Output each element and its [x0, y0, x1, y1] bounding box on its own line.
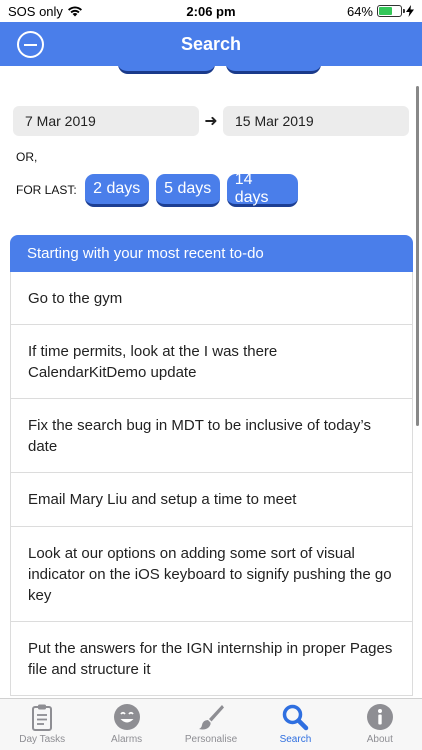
last-5-days-button[interactable]: 5 days — [155, 173, 220, 207]
wifi-icon — [67, 6, 82, 17]
last-2-days-button[interactable]: 2 days — [84, 173, 149, 207]
scroll-indicator[interactable] — [416, 86, 419, 426]
status-bar: SOS only 2:06 pm 64% — [0, 0, 422, 22]
battery-icon — [377, 5, 405, 17]
minus-icon — [24, 43, 37, 46]
info-icon — [366, 704, 393, 730]
list-item[interactable]: Look at our options on adding some sort … — [10, 527, 413, 622]
search-icon — [283, 704, 309, 731]
last-14-days-button[interactable]: 14 days — [226, 171, 298, 207]
arrow-right-icon: ➜ — [204, 113, 218, 130]
page-title: Search — [180, 33, 242, 54]
for-last-row: FOR LAST: 2 days 5 days 14 days — [16, 171, 305, 207]
status-time: 2:06 pm — [186, 3, 236, 19]
smiley-icon — [113, 704, 140, 730]
end-date-field[interactable]: 15 Mar 2019 — [223, 106, 409, 136]
list-item[interactable]: Put the answers for the IGN internship i… — [10, 622, 413, 696]
or-label: OR, — [16, 150, 38, 164]
tab-personalise[interactable]: Personalise — [169, 699, 253, 750]
tab-alarms[interactable]: Alarms — [84, 699, 168, 750]
date-range-row: 7 Mar 2019 ➜ 15 Mar 2019 — [13, 106, 409, 136]
tab-bar: Day Tasks Alarms Personalise Search Abou… — [0, 698, 422, 750]
tab-label: Search — [279, 734, 312, 745]
list-item[interactable]: Go to the gym — [10, 272, 413, 325]
minus-circle-button[interactable] — [17, 31, 44, 58]
start-date-field[interactable]: 7 Mar 2019 — [13, 106, 199, 136]
for-last-label: FOR LAST: — [16, 183, 77, 197]
clipboard-icon — [32, 704, 53, 731]
paintbrush-icon — [199, 705, 225, 730]
results-header: Starting with your most recent to-do — [10, 235, 413, 272]
tab-label: About — [366, 734, 393, 745]
charging-bolt-icon — [406, 5, 414, 17]
results-list: Starting with your most recent to-do Go … — [10, 235, 413, 696]
tab-day-tasks[interactable]: Day Tasks — [0, 699, 84, 750]
nav-bar: Search — [0, 22, 422, 66]
carrier-label: SOS only — [8, 3, 63, 19]
scrolled-button-left[interactable] — [118, 66, 215, 74]
tab-about[interactable]: About — [338, 699, 422, 750]
list-item[interactable]: Email Mary Liu and setup a time to meet — [10, 473, 413, 527]
list-item[interactable]: If time permits, look at the I was there… — [10, 325, 413, 399]
search-content[interactable]: 7 Mar 2019 ➜ 15 Mar 2019 OR, FOR LAST: 2… — [0, 66, 422, 698]
list-item[interactable]: Fix the search bug in MDT to be inclusiv… — [10, 399, 413, 473]
tab-label: Personalise — [184, 734, 238, 745]
battery-percent: 64% — [346, 3, 373, 19]
tab-label: Day Tasks — [19, 734, 66, 745]
scrolled-button-right[interactable] — [226, 66, 321, 74]
tab-search[interactable]: Search — [253, 699, 337, 750]
tab-label: Alarms — [111, 734, 143, 745]
